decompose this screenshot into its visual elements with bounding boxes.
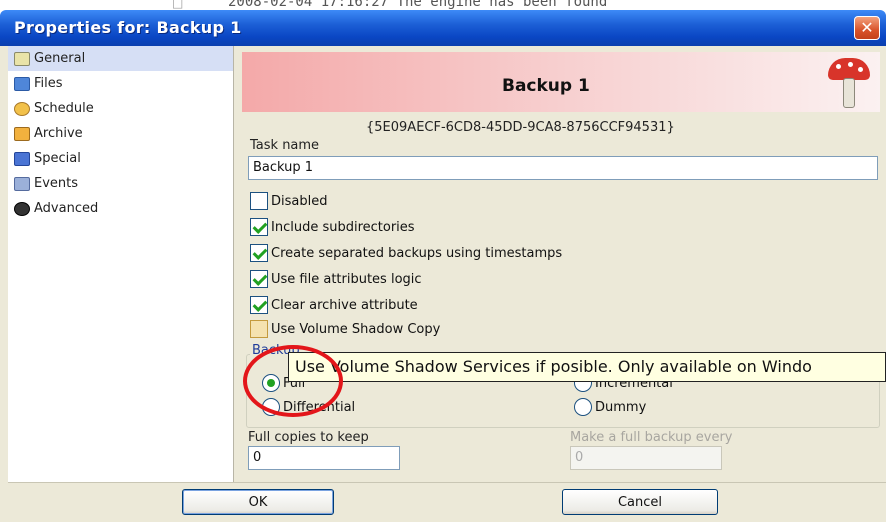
general-panel: Backup 1 {5E09AECF-6CD8-45DD-9CA8-8756CC…: [236, 46, 886, 482]
full-copies-label: Full copies to keep: [248, 430, 369, 445]
checkbox-box[interactable]: [250, 192, 268, 210]
checkbox-label: Use Volume Shadow Copy: [271, 321, 441, 337]
dialog-footer: OK Cancel: [8, 482, 886, 522]
volume-shadow-checkbox[interactable]: Use Volume Shadow Copy: [250, 318, 440, 340]
checkbox-box[interactable]: [250, 218, 268, 236]
sidebar-item-label: Events: [34, 176, 79, 191]
sidebar-item-label: Advanced: [34, 201, 99, 216]
task-guid: {5E09AECF-6CD8-45DD-9CA8-8756CCF94531}: [366, 120, 675, 135]
background-log-line: 2008-02-04 17:16:27 The engine has been …: [228, 0, 608, 10]
header-banner: Backup 1: [242, 52, 880, 112]
title-bar[interactable]: Properties for: Backup 1 ✕: [0, 10, 886, 46]
checkbox-box[interactable]: [250, 270, 268, 288]
close-button[interactable]: ✕: [854, 16, 880, 40]
task-name-label: Task name: [250, 138, 320, 153]
radio-label: Dummy: [595, 399, 647, 415]
mushroom-logo-icon: [828, 58, 870, 110]
clear-archive-checkbox[interactable]: Clear archive attribute: [250, 294, 418, 316]
full-backup-every-input[interactable]: 0: [570, 446, 722, 470]
sidebar-item-archive[interactable]: Archive: [8, 121, 233, 146]
sidebar-item-label: Special: [34, 151, 81, 166]
general-icon: [14, 51, 30, 66]
sidebar-item-schedule[interactable]: Schedule: [8, 96, 233, 121]
sidebar-item-general[interactable]: General: [8, 46, 233, 71]
cancel-button[interactable]: Cancel: [562, 489, 718, 515]
page-title: Backup 1: [502, 76, 590, 96]
schedule-icon: [14, 101, 30, 116]
checkbox-label: Include subdirectories: [271, 219, 415, 235]
task-name-input[interactable]: Backup 1: [248, 156, 878, 180]
sidebar-item-special[interactable]: Special: [8, 146, 233, 171]
radio-button[interactable]: [574, 398, 592, 416]
checkbox-label: Use file attributes logic: [271, 271, 422, 287]
files-icon: [14, 76, 30, 91]
sidebar-item-label: Files: [34, 76, 63, 91]
sidebar-item-files[interactable]: Files: [8, 71, 233, 96]
advanced-icon: [14, 201, 30, 216]
dummy-radio[interactable]: Dummy: [574, 396, 646, 418]
separated-backups-checkbox[interactable]: Create separated backups using timestamp…: [250, 242, 562, 264]
category-sidebar: General Files Schedule Archive Special E…: [8, 46, 234, 482]
disabled-checkbox[interactable]: Disabled: [250, 190, 327, 212]
checkbox-label: Clear archive attribute: [271, 297, 418, 313]
checkbox-box[interactable]: [250, 244, 268, 262]
sidebar-item-label: Schedule: [34, 101, 94, 116]
special-icon: [14, 151, 30, 166]
checkbox-label: Disabled: [271, 193, 328, 209]
volume-shadow-tooltip: Use Volume Shadow Services if posible. O…: [288, 352, 886, 382]
checkbox-box[interactable]: [250, 296, 268, 314]
events-icon: [14, 176, 30, 191]
full-copies-input[interactable]: 0: [248, 446, 400, 470]
full-backup-every-label: Make a full backup every: [570, 430, 733, 445]
checkbox-box[interactable]: [250, 320, 268, 338]
include-subdirectories-checkbox[interactable]: Include subdirectories: [250, 216, 415, 238]
background-checkbox-icon: □: [172, 0, 184, 10]
sidebar-item-advanced[interactable]: Advanced: [8, 196, 233, 221]
ok-button[interactable]: OK: [182, 489, 334, 515]
archive-icon: [14, 126, 30, 141]
sidebar-item-events[interactable]: Events: [8, 171, 233, 196]
annotation-circle: [243, 345, 343, 417]
sidebar-item-label: Archive: [34, 126, 83, 141]
checkbox-label: Create separated backups using timestamp…: [271, 245, 563, 261]
sidebar-item-label: General: [34, 51, 86, 66]
file-attributes-checkbox[interactable]: Use file attributes logic: [250, 268, 422, 290]
window-title: Properties for: Backup 1: [14, 18, 242, 37]
close-icon: ✕: [860, 18, 874, 37]
